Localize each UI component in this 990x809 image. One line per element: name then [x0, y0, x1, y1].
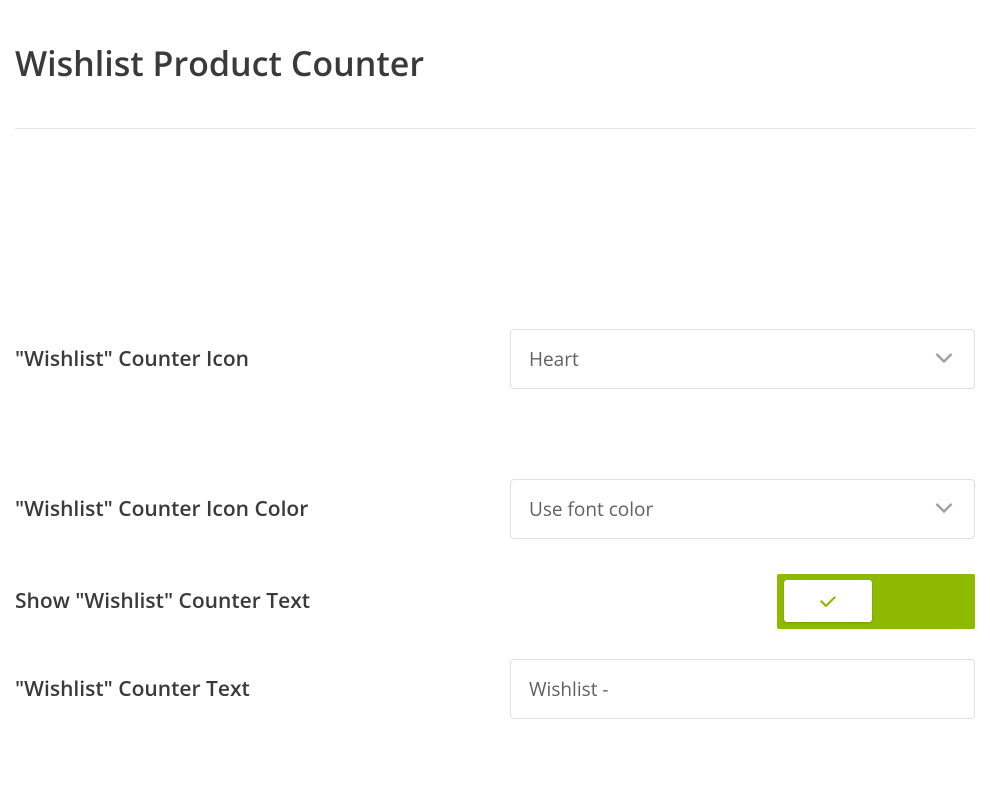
- select-value: Heart: [529, 346, 579, 372]
- page-title: Wishlist Product Counter: [15, 40, 975, 86]
- select-counter-icon-color[interactable]: Use font color: [510, 479, 975, 539]
- field-show-counter-text: Show "Wishlist" Counter Text: [15, 571, 975, 631]
- label-counter-text: "Wishlist" Counter Text: [15, 675, 510, 703]
- label-show-counter-text: Show "Wishlist" Counter Text: [15, 587, 510, 615]
- label-counter-icon-color: "Wishlist" Counter Icon Color: [15, 495, 510, 523]
- toggle-knob: [784, 580, 872, 622]
- label-counter-icon: "Wishlist" Counter Icon: [15, 345, 510, 373]
- section-divider: [15, 128, 975, 129]
- select-counter-icon[interactable]: Heart: [510, 329, 975, 389]
- toggle-show-counter-text[interactable]: [777, 574, 975, 629]
- field-counter-icon-color: "Wishlist" Counter Icon Color Use font c…: [15, 479, 975, 539]
- chevron-down-icon: [934, 498, 954, 520]
- chevron-down-icon: [934, 348, 954, 370]
- field-counter-icon: "Wishlist" Counter Icon Heart: [15, 329, 975, 389]
- select-value: Use font color: [529, 496, 653, 522]
- check-icon: [820, 590, 836, 612]
- field-counter-text: "Wishlist" Counter Text: [15, 659, 975, 719]
- input-counter-text[interactable]: [510, 659, 975, 719]
